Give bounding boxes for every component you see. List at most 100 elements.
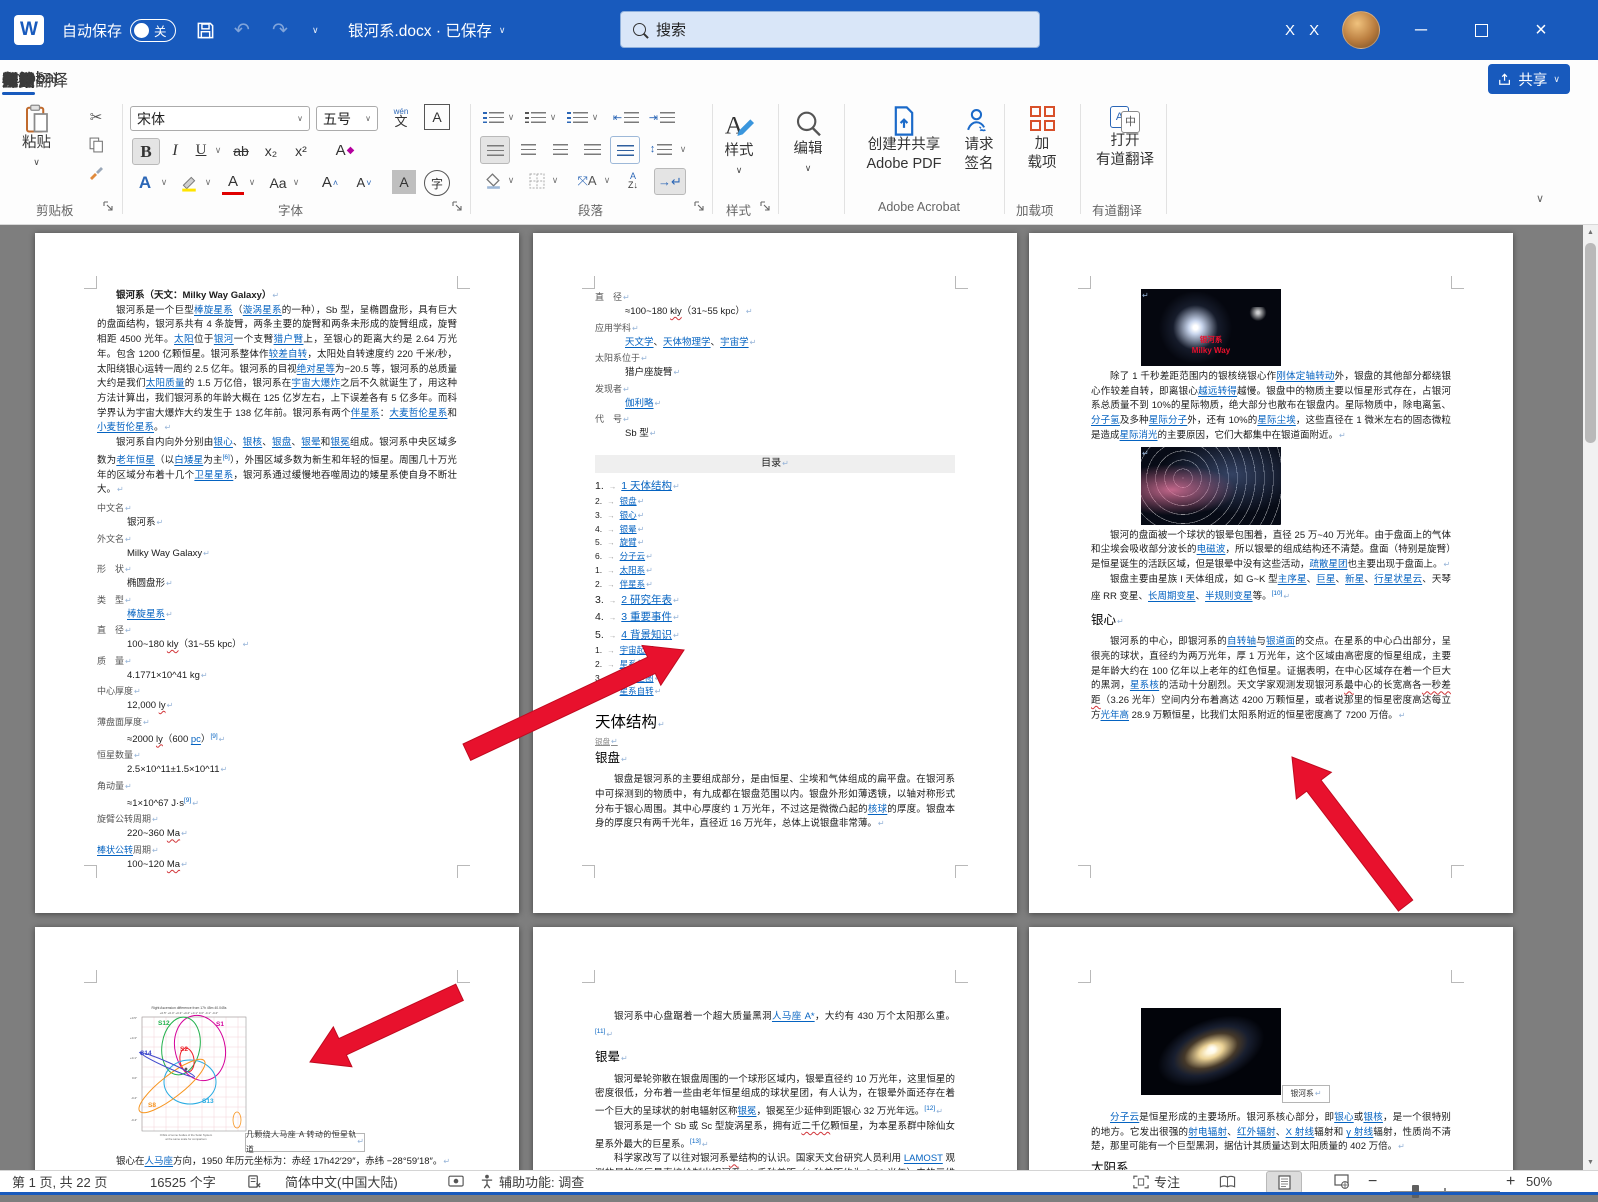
quick-access-dropdown[interactable]: ∨ <box>312 0 319 60</box>
align-left-button[interactable] <box>480 136 510 164</box>
info-field[interactable]: 太阳系位于 猎户座旋臂 <box>595 351 955 381</box>
font-color-dropdown[interactable]: ∨ <box>246 170 258 195</box>
info-field[interactable]: 直 径 100~180 kly（31~55 kpc） <box>97 623 457 653</box>
line-spacing-dropdown[interactable]: ∨ <box>678 136 688 162</box>
figure-caption[interactable]: 银河系 <box>1282 1085 1330 1103</box>
asian-layout-dropdown[interactable]: ∨ <box>602 168 612 193</box>
user-initials[interactable]: X X <box>1285 0 1324 60</box>
toc-entry[interactable]: 4. → 3 重要事件 <box>595 609 955 627</box>
subscript-button[interactable]: x₂ <box>258 138 284 163</box>
paragraph-dialog-launcher[interactable] <box>694 201 705 212</box>
toc-entry[interactable]: 2. → 星系年龄 <box>595 658 955 672</box>
decrease-indent-button[interactable]: ⇤ <box>612 106 640 128</box>
shading-dropdown[interactable]: ∨ <box>506 168 516 193</box>
grow-font-button[interactable]: A ˄ <box>316 170 344 195</box>
autosave-switch-icon[interactable]: 关 <box>130 18 177 42</box>
paragraph[interactable]: 银河的盘面被一个球状的银晕包围着，直径 25 万~40 万光年。由于盘面上的气体… <box>1091 529 1451 573</box>
paragraph[interactable]: 银河系是一个 Sb 或 Sc 型旋涡星系，拥有近二千亿颗恒星，为本星系群中除仙女… <box>595 1120 955 1153</box>
web-layout-button[interactable] <box>1324 1171 1358 1192</box>
toc-entry[interactable]: 1. → 1 天体结构 <box>595 478 955 496</box>
justify-button[interactable] <box>578 136 606 162</box>
info-field[interactable]: 角动量 ≈1×10^67 J·s[9] <box>97 779 457 812</box>
character-border-button[interactable]: A <box>424 104 450 130</box>
underline-dropdown[interactable]: ∨ <box>212 138 224 163</box>
scroll-down-icon[interactable]: ▼ <box>1583 1155 1598 1170</box>
asian-layout-button[interactable]: ⤧ A <box>572 168 602 193</box>
shading-button[interactable] <box>480 168 506 193</box>
multilevel-list-dropdown[interactable]: ∨ <box>590 106 600 128</box>
proofing-errors-button[interactable] <box>247 1171 262 1192</box>
phonetic-guide-button[interactable]: wén 文 <box>388 102 414 132</box>
document-title[interactable]: 银河系.docx · 已保存 ∨ <box>348 0 505 60</box>
close-button[interactable]: × <box>1518 0 1564 60</box>
info-field[interactable]: 中心厚度 12,000 ly <box>97 684 457 714</box>
font-color-button[interactable]: A <box>222 170 244 195</box>
sub-heading[interactable]: 银晕 <box>595 1048 955 1068</box>
info-field[interactable]: 代 号 Sb 型 <box>595 412 955 442</box>
copy-button[interactable] <box>84 134 108 156</box>
editing-button[interactable]: 编辑 ∨ <box>792 108 824 178</box>
vertical-scrollbar[interactable]: ▲ ▼ <box>1583 225 1598 1170</box>
info-field[interactable]: 应用学科 天文学、天体物理学、宇宙学 <box>595 321 955 351</box>
shrink-font-button[interactable]: A ˅ <box>350 170 378 195</box>
paragraph[interactable]: 银河系是一个巨型棒旋星系（漩涡星系的一种），Sb 型，呈椭圆盘形，具有巨大的盘面… <box>97 304 457 436</box>
open-youdao-button[interactable]: A 中 打开 有道翻译 <box>1090 106 1160 170</box>
change-case-button[interactable]: Aa <box>264 170 292 195</box>
info-field[interactable]: 旋臂公转周期 220~360 Ma <box>97 812 457 842</box>
font-size-select[interactable]: 五号 ∨ <box>316 106 378 131</box>
highlight-button[interactable] <box>176 170 202 195</box>
info-field[interactable]: 类 型 棒旋星系 <box>97 593 457 623</box>
italic-button[interactable]: I <box>164 138 186 163</box>
toc-entry[interactable]: 3. → 主要星图 <box>595 672 955 686</box>
add-ins-button[interactable]: 加 载项 <box>1014 106 1070 173</box>
font-dialog-launcher[interactable] <box>452 201 463 212</box>
document-canvas[interactable]: 银河系（天文：Milky Way Galaxy） 银河系是一个巨型棒旋星系（漩涡… <box>0 225 1598 1170</box>
language-indicator[interactable]: 简体中文(中国大陆) <box>285 1171 398 1192</box>
paragraph[interactable]: 银心在人马座方向，1950 年历元坐标为：赤经 17h42′29″，赤纬 −28… <box>97 1155 457 1170</box>
toc-entry[interactable]: 1. → 太阳系 <box>595 564 955 578</box>
redo-button[interactable]: ↷ <box>272 0 288 60</box>
info-field[interactable]: 中文名 银河系 <box>97 501 457 531</box>
info-field[interactable]: 直 径 ≈100~180 kly（31~55 kpc） <box>595 290 955 320</box>
paragraph[interactable]: 银河系中心盘踞着一个超大质量黑洞人马座 A*，大约有 430 万个太阳那么重。[… <box>595 1010 955 1043</box>
paragraph[interactable]: 银盘是银河系的主要组成部分，是由恒星、尘埃和气体组成的扁平盘。在银河系中可探测到… <box>595 773 955 832</box>
milky-way-diagram-image[interactable]: 银河系 Milky Way <box>1141 289 1281 366</box>
share-button[interactable]: 共享 ∨ <box>1488 64 1570 94</box>
paragraph[interactable]: 银河系自内向外分别由银心、银核、银盘、银晕和银冕组成。银河系中央区域多数为老年恒… <box>97 436 457 498</box>
section-heading[interactable]: 天体结构 <box>595 712 955 736</box>
numbered-list-button[interactable] <box>522 106 548 128</box>
scroll-up-icon[interactable]: ▲ <box>1583 225 1598 240</box>
toc-entry[interactable]: 4. → 星系自转 <box>595 685 955 699</box>
macro-record-button[interactable] <box>448 1171 464 1192</box>
sub-heading[interactable]: 银盘 <box>595 749 955 769</box>
word-logo-icon[interactable]: W <box>14 0 50 60</box>
borders-button[interactable] <box>524 168 550 193</box>
toc-entry[interactable]: 3. → 银心 <box>595 509 955 523</box>
sub-heading[interactable]: 太阳系 <box>1091 1159 1451 1170</box>
paragraph[interactable]: 分子云是恒星形成的主要场所。银河系核心部分，即银心或银核，是一个很特别的地方。它… <box>1091 1111 1451 1155</box>
zoom-level[interactable]: 50% <box>1526 1171 1552 1192</box>
figure-caption[interactable]: 几颗绕人马座 A 转动的恒星轨道 <box>245 1130 365 1154</box>
anchor-link[interactable]: 银盘 <box>595 736 955 747</box>
distribute-button[interactable] <box>610 136 640 164</box>
align-right-button[interactable] <box>546 136 574 162</box>
undo-button[interactable]: ↶ <box>234 0 250 60</box>
save-button[interactable] <box>196 0 215 60</box>
superscript-button[interactable]: x² <box>288 138 314 163</box>
info-field[interactable]: 发现者 伽利略 <box>595 382 955 412</box>
s-stars-orbit-chart-image[interactable]: Right Ascension difference from 17h 45m … <box>128 1003 250 1143</box>
page-2[interactable]: 直 径 ≈100~180 kly（31~55 kpc） 应用学科 天文学、天体物… <box>533 233 1017 913</box>
text-effects-button[interactable]: A <box>132 170 158 195</box>
multilevel-list-button[interactable] <box>564 106 590 128</box>
page-1[interactable]: 银河系（天文：Milky Way Galaxy） 银河系是一个巨型棒旋星系（漩涡… <box>35 233 519 913</box>
collapse-ribbon-button[interactable]: ∨ <box>1530 188 1550 208</box>
line-spacing-button[interactable]: ↕ <box>646 136 676 162</box>
toc-entry[interactable]: 1. → 宇宙起源 <box>595 644 955 658</box>
maximize-button[interactable] <box>1458 0 1504 60</box>
starfield-image[interactable] <box>1141 446 1281 525</box>
bullet-list-button[interactable] <box>480 106 506 128</box>
info-field[interactable]: 外文名 Milky Way Galaxy <box>97 532 457 562</box>
format-painter-button[interactable] <box>84 162 108 184</box>
page-6[interactable]: 银河系 分子云是恒星形成的主要场所。银河系核心部分，即银心或银核，是一个很特别的… <box>1029 927 1513 1170</box>
styles-dialog-launcher[interactable] <box>760 201 771 212</box>
